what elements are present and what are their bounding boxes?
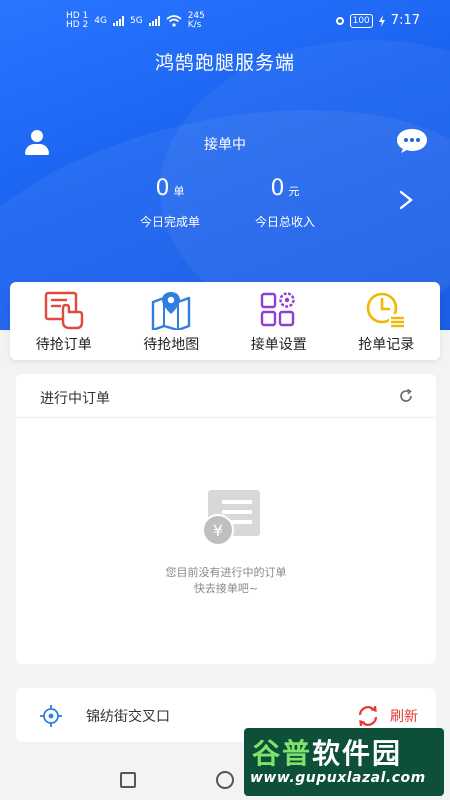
menu-pending-orders-label: 待抢订单 bbox=[35, 337, 92, 353]
chevron-right-icon[interactable] bbox=[398, 190, 414, 210]
net2-label: 5G bbox=[130, 16, 143, 26]
order-status-label: 接单中 bbox=[204, 137, 246, 153]
watermark-text-green: 谷普 bbox=[252, 737, 313, 770]
clock-time: 7:17 bbox=[390, 13, 420, 28]
watermark-text-white: 软件园 bbox=[312, 737, 403, 770]
total-income-caption: 今日总收入 bbox=[254, 215, 315, 229]
refresh-icon[interactable] bbox=[398, 388, 414, 404]
status-bar-left: HD 1 HD 2 4G 5G 245 K/s bbox=[66, 12, 205, 30]
watermark-logo: 谷普软件园 www.gupuxlazal.com bbox=[244, 728, 444, 796]
net1-label: 4G bbox=[94, 16, 107, 26]
location-status-icon bbox=[335, 16, 344, 25]
menu-pending-map-label: 待抢地图 bbox=[143, 337, 200, 353]
speed-unit: K/s bbox=[187, 20, 202, 30]
status-bar-right: 100 7:17 bbox=[335, 13, 420, 28]
speed-readout: 245 K/s bbox=[188, 12, 205, 30]
refresh-location-button[interactable]: 刷新 bbox=[356, 704, 418, 728]
signal-icon-2 bbox=[148, 16, 160, 26]
app-title: 鸿鹄跑腿服务端 bbox=[154, 52, 295, 74]
menu-order-settings-label: 接单设置 bbox=[250, 337, 307, 353]
battery-icon: 100 bbox=[349, 13, 373, 28]
menu-grab-records[interactable]: 抢单记录 bbox=[333, 282, 441, 360]
status-bar: HD 1 HD 2 4G 5G 245 K/s 100 7:17 bbox=[0, 0, 450, 40]
refresh-arrows-icon bbox=[358, 705, 378, 727]
hd-labels: HD 1 HD 2 bbox=[66, 12, 88, 30]
empty-orders-icon: ¥ bbox=[202, 490, 260, 546]
orders-panel-header: 进行中订单 bbox=[16, 374, 436, 418]
hand-pointer-icon bbox=[44, 291, 83, 330]
orders-panel-title: 进行中订单 bbox=[40, 391, 110, 407]
quick-menu: 待抢订单 待抢地图 接单设置 抢单记录 bbox=[10, 282, 440, 360]
menu-pending-map[interactable]: 待抢地图 bbox=[118, 282, 226, 360]
wifi-icon bbox=[166, 15, 182, 27]
home-button[interactable] bbox=[216, 771, 234, 789]
menu-grab-records-label: 抢单记录 bbox=[358, 337, 415, 353]
stat-total-income: 0元 今日总收入 bbox=[240, 176, 330, 230]
watermark-brand: 谷普软件园 bbox=[252, 732, 402, 772]
total-income-value: 0 bbox=[270, 176, 285, 201]
completed-orders-caption: 今日完成单 bbox=[139, 215, 200, 229]
refresh-label: 刷新 bbox=[390, 709, 418, 725]
chat-icon[interactable] bbox=[396, 128, 428, 154]
header-banner: HD 1 HD 2 4G 5G 245 K/s 100 7:17 鸿鹄跑腿服务端… bbox=[0, 0, 450, 330]
recent-apps-button[interactable] bbox=[120, 772, 136, 788]
charging-icon bbox=[378, 14, 385, 27]
menu-order-settings[interactable]: 接单设置 bbox=[225, 282, 333, 360]
signal-icon bbox=[113, 16, 124, 26]
current-address: 锦纺街交叉口 bbox=[86, 709, 170, 725]
completed-orders-unit: 单 bbox=[173, 185, 185, 198]
stat-completed-orders: 0单 今日完成单 bbox=[130, 176, 210, 230]
map-pin-icon bbox=[152, 292, 191, 330]
hd2-label: HD 2 bbox=[66, 20, 89, 30]
crosshair-icon bbox=[40, 705, 62, 727]
in-progress-orders-panel: 进行中订单 ¥ 您目前没有进行中的订单 快去接单吧~ bbox=[16, 374, 436, 664]
clock-list-icon bbox=[366, 292, 406, 328]
menu-pending-orders[interactable]: 待抢订单 bbox=[10, 282, 118, 360]
empty-orders-message: 您目前没有进行中的订单 bbox=[165, 566, 287, 579]
completed-orders-value: 0 bbox=[155, 176, 170, 201]
svg-text:¥: ¥ bbox=[213, 521, 223, 540]
total-income-unit: 元 bbox=[288, 185, 300, 198]
watermark-url: www.gupuxlazal.com bbox=[250, 770, 426, 786]
grid-gear-icon bbox=[260, 292, 295, 327]
empty-orders-hint: 快去接单吧~ bbox=[193, 582, 259, 595]
